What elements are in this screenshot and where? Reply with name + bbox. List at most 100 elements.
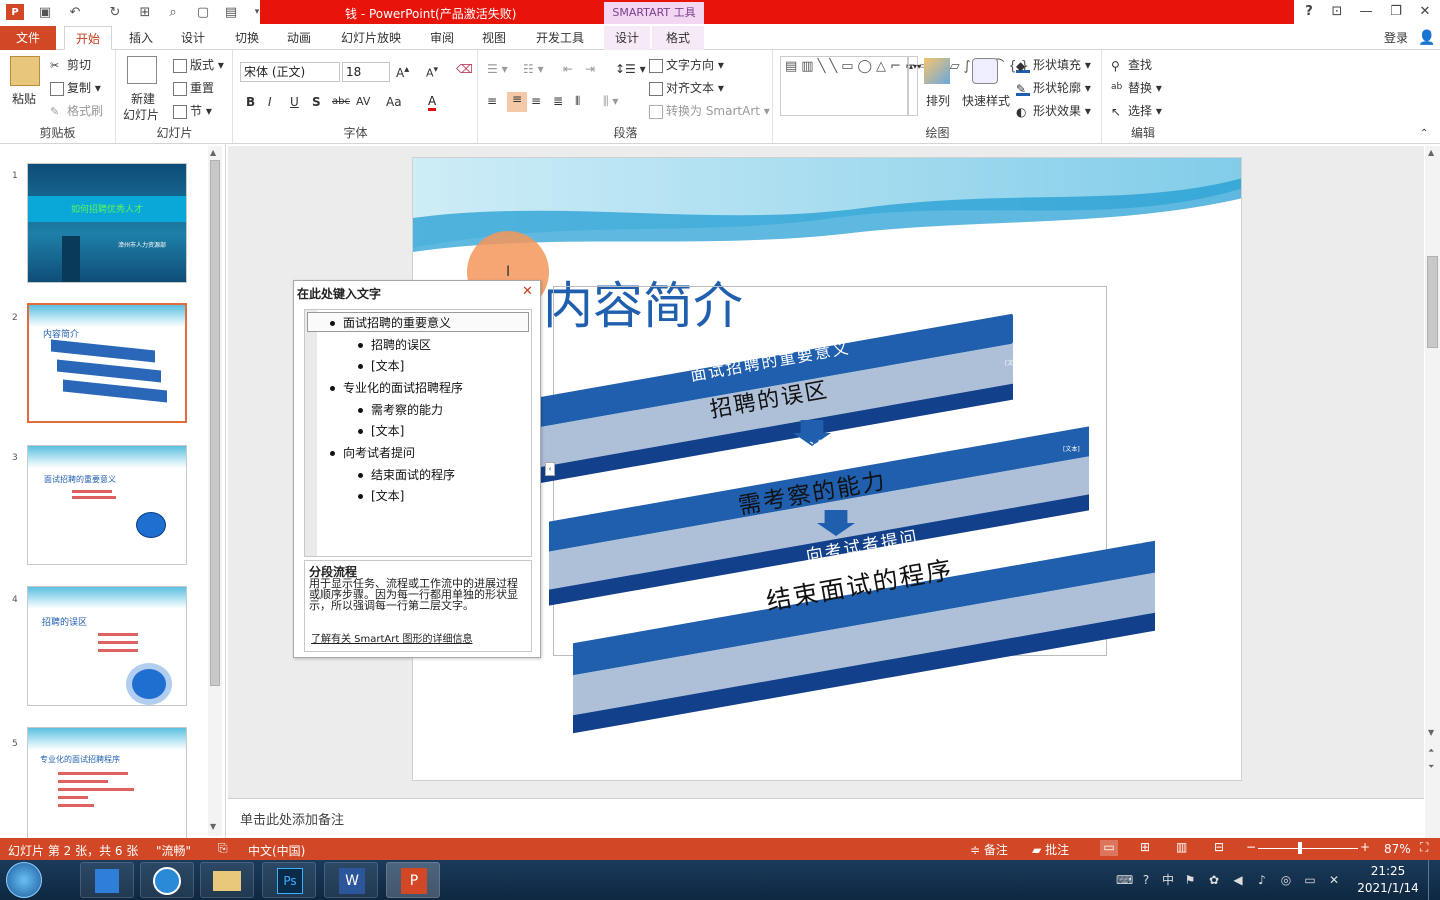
print-preview-icon[interactable]: ⌕ (164, 4, 182, 20)
slide-scroll-down-icon[interactable]: ▼ (1428, 728, 1434, 737)
slide-thumbnail-3[interactable]: 面试招聘的重要意义 (27, 445, 187, 565)
smartart-2-tag[interactable]: [文本] (1063, 444, 1080, 453)
convert-smartart-button[interactable]: 转换为 SmartArt ▾ (649, 102, 770, 119)
zoom-slider[interactable] (1258, 848, 1358, 849)
decrease-indent-icon[interactable]: ⇤ (563, 62, 573, 76)
start-button-icon[interactable] (6, 862, 42, 898)
underline-button[interactable]: U (290, 95, 299, 109)
italic-button[interactable]: I (268, 95, 272, 109)
smartart-text-pane[interactable]: 在此处键入文字 ✕ 面试招聘的重要意义 招聘的误区 [文本] 专业化的面试招聘程… (293, 280, 541, 658)
zoom-slider-thumb[interactable] (1298, 842, 1302, 854)
flag-icon[interactable]: ⚑ (1182, 872, 1198, 888)
shrink-font-icon[interactable]: A▾ (426, 64, 438, 80)
replace-button[interactable]: ab 替换 ▾ (1111, 79, 1162, 96)
taskbar-app-word[interactable]: W (324, 862, 378, 898)
font-size-combo[interactable]: 18 (342, 62, 390, 82)
tab-file[interactable]: 文件 (0, 26, 56, 50)
new-slide-label-2[interactable]: 幻灯片 (123, 106, 159, 123)
notes-pane[interactable]: 单击此处添加备注 (228, 798, 1424, 838)
bullets-icon[interactable]: ☰ ▾ (487, 62, 508, 76)
smartart-1-tag[interactable]: [文本] (1005, 358, 1022, 367)
text-pane-item-2[interactable]: 招聘的误区 (358, 336, 431, 353)
quick-styles-button[interactable]: 快速样式 (962, 92, 1010, 109)
increase-indent-icon[interactable]: ⇥ (585, 62, 595, 76)
char-spacing-button[interactable]: AV (356, 95, 370, 108)
quick-styles-icon[interactable] (972, 58, 998, 84)
shape-effects-button[interactable]: ◐ 形状效果 ▾ (1016, 102, 1091, 119)
new-slide-icon[interactable] (127, 56, 157, 84)
shape-gallery-scroll[interactable]: ▴▾▾ (908, 56, 921, 116)
tab-slideshow[interactable]: 幻灯片放映 (334, 26, 408, 50)
text-pane-item-1[interactable]: 面试招聘的重要意义 (330, 314, 451, 331)
columns-icon[interactable]: ⫼ ▾ (603, 94, 618, 109)
redo-icon[interactable]: ↻ (106, 4, 124, 20)
reading-view-icon[interactable]: ▥ (1176, 840, 1187, 854)
prev-slide-icon[interactable]: ⏶ (1428, 746, 1434, 756)
tab-animations[interactable]: 动画 (276, 26, 322, 50)
app-tray-icon[interactable]: ✿ (1206, 872, 1222, 888)
user-avatar-icon[interactable]: 👤 (1416, 26, 1438, 50)
minimize-icon[interactable]: — (1355, 3, 1377, 21)
shape-gallery[interactable]: ▤▥╲╲▭◯△⌐⌐⇨⇩▱∫⌒⌒{} (780, 56, 1029, 116)
thumbnail-scroll-thumb[interactable] (210, 160, 220, 686)
line-spacing-icon[interactable]: ↕☰ ▾ (615, 62, 646, 76)
tab-transitions[interactable]: 切换 (224, 26, 270, 50)
paste-icon[interactable] (10, 56, 40, 86)
paste-button[interactable]: 粘贴 (12, 90, 36, 107)
display-icon[interactable]: ▭ (1302, 872, 1318, 888)
section-button[interactable]: 节 ▾ (173, 102, 212, 119)
arrange-button[interactable]: 排列 (926, 92, 950, 109)
shadow-button[interactable]: S (312, 95, 321, 109)
fit-slide-icon[interactable]: ⛶ (1420, 840, 1428, 855)
restore-icon[interactable]: ❐ (1385, 3, 1407, 21)
align-left-icon[interactable]: ≡ (487, 94, 497, 108)
collapse-ribbon-icon[interactable]: ⌃ (1420, 128, 1428, 139)
tab-insert[interactable]: 插入 (118, 26, 164, 50)
change-case-button[interactable]: Aa (386, 95, 402, 109)
slide-scroll-thumb[interactable] (1427, 256, 1438, 348)
reset-button[interactable]: 重置 (173, 79, 214, 96)
strikethrough-button[interactable]: abc (332, 96, 350, 107)
justify-icon[interactable]: ≣ (553, 94, 563, 108)
save-icon[interactable]: ▣ (36, 4, 54, 20)
arrange-icon[interactable] (924, 58, 950, 84)
align-center-icon[interactable]: ≡ (507, 92, 527, 112)
align-right-icon[interactable]: ≡ (531, 94, 541, 108)
slide-thumbnail-4[interactable]: 招聘的误区 (27, 586, 187, 706)
layout-button[interactable]: 版式 ▾ (173, 56, 224, 73)
tab-smartart-design[interactable]: 设计 (604, 26, 650, 50)
keyboard-icon[interactable]: ⌨ (1116, 872, 1133, 888)
ime-icon[interactable]: 中 (1160, 872, 1176, 888)
thumbnail-scrollbar[interactable]: ▲ ▼ (208, 146, 222, 836)
text-pane-item-8[interactable]: 结束面试的程序 (358, 466, 455, 483)
tab-view[interactable]: 视图 (472, 26, 516, 50)
scroll-up-icon[interactable]: ▲ (210, 148, 216, 157)
slide-thumbnail-5[interactable]: 专业化的面试招聘程序 (27, 727, 187, 847)
find-button[interactable]: ⚲ 查找 (1111, 56, 1152, 73)
smartart-help-link[interactable]: 了解有关 SmartArt 图形的详细信息 (311, 630, 472, 645)
normal-view-icon[interactable]: ▭ (1100, 840, 1118, 856)
text-direction-button[interactable]: 文字方向 ▾ (649, 56, 724, 73)
new-file-icon[interactable]: ▢ (194, 4, 212, 20)
tab-smartart-format[interactable]: 格式 (652, 26, 704, 50)
tab-design[interactable]: 设计 (170, 26, 216, 50)
spellcheck-icon[interactable]: ⎘ (218, 841, 228, 856)
help-button[interactable]: ? (1298, 3, 1320, 21)
select-button[interactable]: ↖ 选择 ▾ (1111, 102, 1162, 119)
font-name-combo[interactable]: 宋体 (正文) (240, 62, 340, 82)
zoom-out-icon[interactable]: − (1246, 840, 1256, 854)
close-icon[interactable]: ✕ (1414, 3, 1436, 21)
help-tray-icon[interactable]: ? (1138, 872, 1154, 888)
text-pane-item-7[interactable]: 向考试者提问 (330, 444, 415, 461)
slideshow-view-icon[interactable]: ⊟ (1214, 840, 1224, 854)
slide-scroll-up-icon[interactable]: ▲ (1428, 148, 1434, 157)
clock-time[interactable]: 21:25 (1360, 864, 1416, 878)
notes-button[interactable]: ≑ 备注 (970, 841, 1008, 858)
slideshow-icon[interactable]: ⊞ (136, 4, 154, 20)
taskbar-app-photoshop[interactable]: Ps (262, 862, 316, 898)
smartart-3-tag[interactable]: [文本] (1125, 536, 1142, 545)
next-slide-icon[interactable]: ⏷ (1428, 762, 1434, 772)
tab-home[interactable]: 开始 (64, 26, 112, 50)
undo-icon[interactable]: ↶ (66, 4, 84, 20)
align-text-button[interactable]: 对齐文本 ▾ (649, 79, 724, 96)
